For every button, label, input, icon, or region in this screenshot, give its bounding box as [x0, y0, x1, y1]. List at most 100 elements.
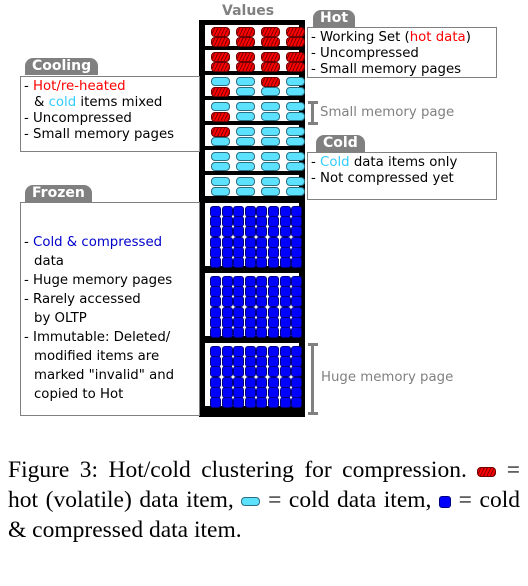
- compressed-data-item: [210, 306, 221, 318]
- compressed-data-item: [268, 257, 279, 268]
- cooling-line-4: - Small memory pages: [24, 127, 175, 142]
- cold-data-item: [286, 187, 305, 196]
- cold-data-item: [286, 112, 305, 121]
- cold-data-item: [211, 162, 230, 171]
- compressed-data-item: [221, 236, 233, 248]
- compressed-data-item: [256, 366, 268, 378]
- compressed-data-item: [256, 376, 268, 388]
- cold-highlight: cold: [48, 95, 77, 110]
- cold-line-1: - Cold data items only: [311, 155, 458, 170]
- hot-data-item: [211, 27, 230, 37]
- hot-reheated-highlight: Hot/re-heated: [33, 79, 126, 94]
- compressed-data-item: [291, 296, 303, 308]
- cold-data-item: [261, 87, 280, 96]
- hot-data-item: [261, 62, 280, 72]
- hot-data-item: [211, 127, 230, 137]
- compressed-data-item: [291, 397, 303, 408]
- hot-data-item: [286, 52, 305, 62]
- values-column-title: Values: [222, 3, 275, 19]
- small-memory-page: [205, 75, 305, 97]
- cold-data-item: [286, 87, 305, 96]
- hot-data-item: [236, 27, 255, 37]
- small-memory-page: [205, 175, 305, 196]
- compressed-data-item: [279, 376, 291, 388]
- compressed-data-item: [268, 397, 279, 408]
- compressed-data-item: [221, 226, 233, 238]
- compressed-data-item: [268, 376, 279, 388]
- cold-data-highlight: Cold: [320, 155, 350, 170]
- compressed-data-item: [268, 296, 279, 308]
- hot-data-item: [261, 77, 280, 87]
- compressed-data-item: [244, 376, 256, 388]
- hot-line-3: - Small memory pages: [311, 62, 462, 77]
- compressed-data-item: [279, 327, 291, 338]
- cooling-line-3: - Uncompressed: [24, 111, 132, 126]
- compressed-data-item: [233, 327, 245, 338]
- small-memory-page: [205, 100, 305, 122]
- hot-data-item: [286, 37, 305, 47]
- compressed-data-item: [291, 327, 303, 338]
- cold-data-item: [236, 177, 255, 186]
- frozen-line-5: by OLTP: [34, 311, 87, 326]
- compressed-data-item: [221, 306, 233, 318]
- compressed-data-item: [279, 236, 291, 248]
- compressed-data-item: [210, 257, 221, 268]
- hot-data-item: [211, 112, 230, 122]
- compressed-data-item: [291, 257, 303, 268]
- cold-data-item: [236, 87, 255, 96]
- compressed-data-item: [244, 327, 256, 338]
- compressed-data-item: [233, 366, 245, 378]
- compressed-data-item: [279, 296, 291, 308]
- compressed-data-item: [210, 226, 221, 238]
- compressed-data-item: [244, 257, 256, 268]
- compressed-data-item: [279, 397, 291, 408]
- hot-data-item: [236, 37, 255, 47]
- cold-data-item: [211, 187, 230, 196]
- cold-data-item: [236, 162, 255, 171]
- cold-data-item: [236, 112, 255, 121]
- huge-memory-page: [205, 203, 303, 268]
- memory-pages-column: [199, 20, 305, 417]
- cold-data-item: [286, 152, 305, 161]
- hot-data-item: [211, 62, 230, 72]
- compressed-data-item: [279, 306, 291, 318]
- cold-data-item: [236, 127, 255, 136]
- huge-page-bracket: [308, 343, 318, 415]
- small-page-label: Small memory page: [320, 105, 455, 120]
- hot-line-1: - Working Set (hot data): [311, 30, 471, 45]
- caption-legend-cold: = cold data item,: [268, 487, 432, 513]
- cold-description-box: - Cold data items only - Not compressed …: [307, 152, 497, 200]
- compressed-data-item: [233, 236, 245, 248]
- hot-data-highlight: hot data: [409, 30, 466, 45]
- frozen-line-4: - Rarely accessed: [24, 292, 141, 307]
- frozen-line-6: - Immutable: Deleted/: [24, 330, 171, 345]
- figure-caption: Figure 3: Hot/cold clustering for compre…: [8, 455, 520, 545]
- cold-data-item: [261, 127, 280, 136]
- compressed-data-item: [210, 236, 221, 248]
- frozen-line-9: copied to Hot: [34, 387, 124, 402]
- cold-tag: Cold: [316, 135, 365, 152]
- hot-data-item: [236, 62, 255, 72]
- frozen-line-1: - Cold & compressed: [24, 235, 163, 250]
- hot-line-2: - Uncompressed: [311, 46, 419, 61]
- hot-tag: Hot: [313, 10, 356, 27]
- hot-data-item: [286, 27, 305, 37]
- compressed-data-item: [268, 226, 279, 238]
- cold-data-item: [236, 187, 255, 196]
- hot-data-item: [236, 52, 255, 62]
- compressed-data-item: [221, 296, 233, 308]
- cold-data-item: [261, 102, 280, 111]
- compressed-data-item: [221, 376, 233, 388]
- compressed-data-item: [244, 296, 256, 308]
- hot-description-box: - Working Set (hot data) - Uncompressed …: [307, 27, 497, 78]
- cold-data-item: [261, 152, 280, 161]
- compressed-data-item: [256, 226, 268, 238]
- compressed-data-item: [291, 236, 303, 248]
- cold-data-item: [211, 102, 230, 111]
- caption-title: Figure 3: Hot/cold clustering for compre…: [8, 457, 467, 483]
- compressed-data-item: [210, 376, 221, 388]
- compressed-data-item: [256, 306, 268, 318]
- small-page-bracket: [308, 101, 318, 125]
- compressed-data-item: [256, 327, 268, 338]
- hot-data-item: [261, 27, 280, 37]
